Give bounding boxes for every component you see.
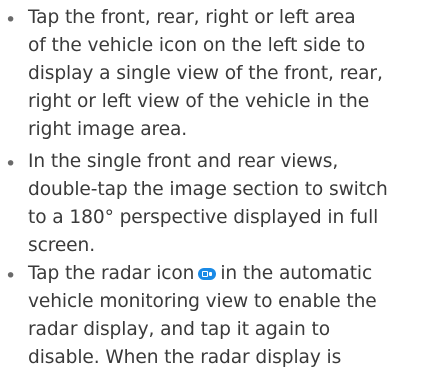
- bullet-marker: •: [5, 265, 17, 287]
- radar-icon: [198, 268, 217, 280]
- document-page: • Tap the front, rear, right or left are…: [0, 0, 421, 388]
- bullet-marker: •: [5, 9, 17, 31]
- item-text-line: right image area.: [28, 119, 188, 140]
- item-text-line: Tap the radar icon in the automatic: [28, 260, 372, 288]
- item-text-line: right or left view of the vehicle in the: [28, 91, 370, 112]
- item-text-line: of the vehicle icon on the left side to: [28, 35, 366, 56]
- item-text-line: to a 180° perspective displayed in full: [28, 207, 379, 228]
- item-text-line: double-tap the image section to switch: [28, 179, 388, 200]
- item-text-line: display a single view of the front, rear…: [28, 63, 383, 84]
- item-text-line: disable. When the radar display is: [28, 347, 342, 368]
- item-text-line: radar display, and tap it again to: [28, 319, 331, 340]
- bullet-marker: •: [5, 153, 17, 175]
- item-text-line: In the single front and rear views,: [28, 151, 339, 172]
- item-text-line: Tap the front, rear, right or left area: [28, 7, 356, 28]
- item-text-line: screen.: [28, 235, 96, 256]
- item-text-line: vehicle monitoring view to enable the: [28, 291, 377, 312]
- item-text-segment: Tap the radar icon: [28, 263, 195, 284]
- item-text-segment: in the automatic: [220, 263, 373, 284]
